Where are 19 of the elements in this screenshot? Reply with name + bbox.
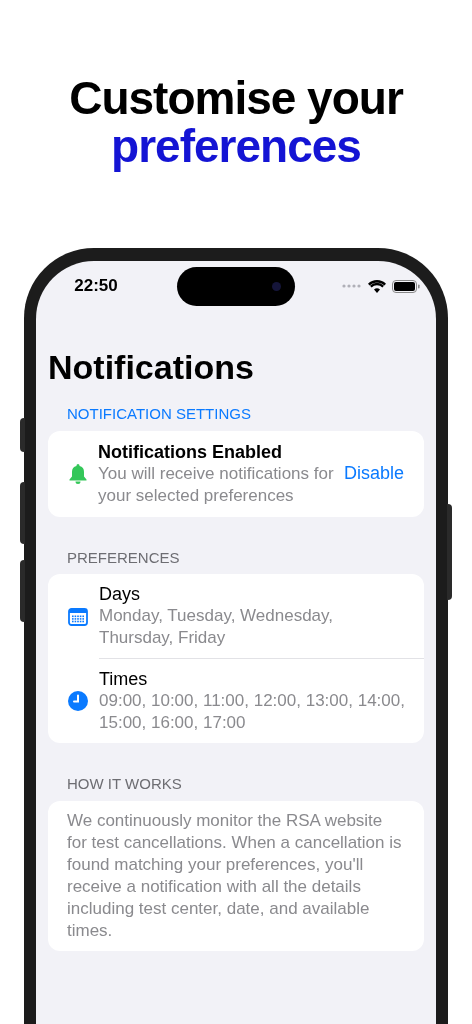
headline: Customise your	[69, 74, 403, 122]
disable-button[interactable]: Disable	[343, 460, 404, 487]
page-title: Notifications	[48, 347, 254, 387]
preference-title: Days	[99, 583, 140, 605]
info-text: We continuously monitor the RSA website for test cancellations. When a cancellation is found matching your preferences, you'll receive a notification with all the details including test center, date, and available times.	[67, 809, 403, 942]
section-header: HOW IT WORKS	[66, 774, 183, 794]
section-header: NOTIFICATION SETTINGS	[66, 404, 252, 424]
preference-value: 09:00, 10:00, 11:00, 12:00, 13:00, 14:00, 15:00, 16:00, 17:00	[99, 690, 406, 734]
calendar-icon	[68, 607, 88, 626]
status-description: You will receive notifications for your selected preferences	[98, 462, 334, 507]
preference-value: Monday, Tuesday, Wednesday, Thursday, Friday	[99, 605, 335, 649]
clock-icon	[68, 691, 88, 711]
signal-icon	[342, 284, 362, 288]
status-time: 22:50	[73, 275, 119, 298]
status-title: Notifications Enabled	[98, 440, 284, 463]
section-header: PREFERENCES	[66, 547, 181, 568]
preference-title: Times	[99, 668, 148, 690]
battery-icon	[392, 279, 420, 293]
wifi-icon	[368, 279, 386, 293]
